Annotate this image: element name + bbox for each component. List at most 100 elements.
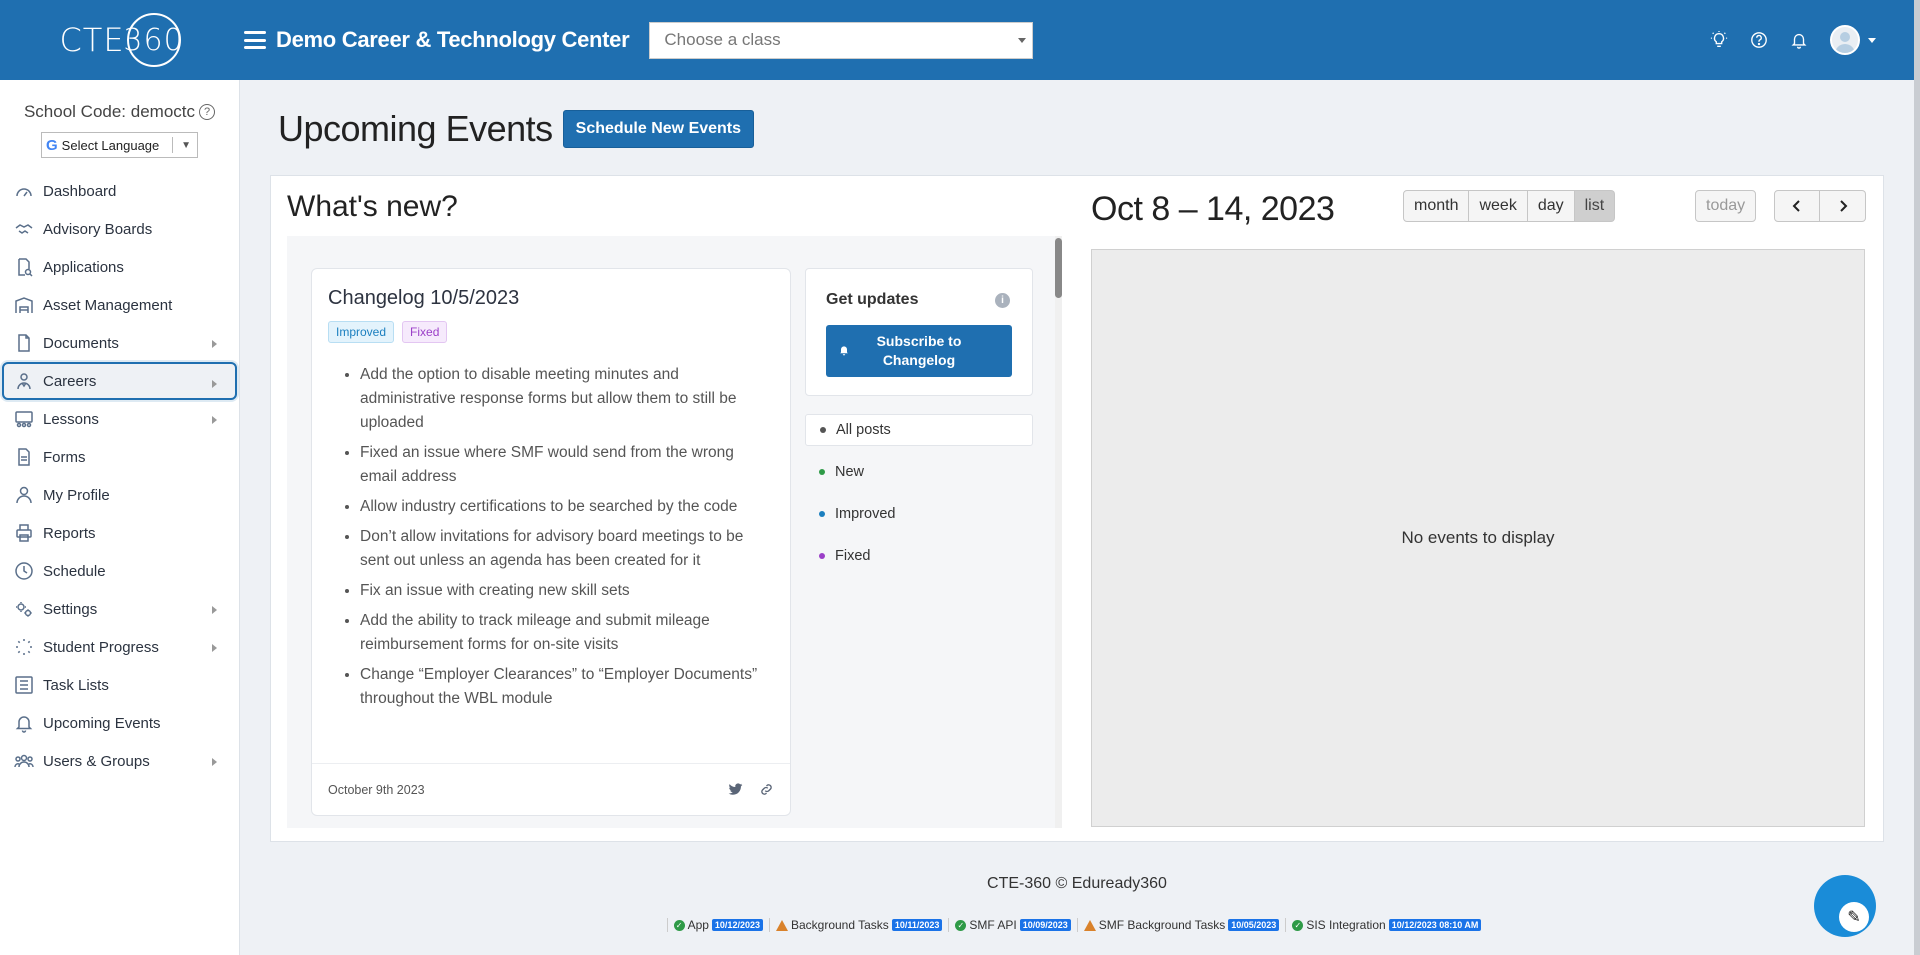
school-title: Demo Career & Technology Center: [276, 27, 630, 52]
sidebar-item-users-groups[interactable]: Users & Groups: [0, 742, 239, 780]
status-label: Background Tasks: [790, 918, 889, 932]
sidebar-item-label: Documents: [43, 334, 119, 352]
sidebar-item-advisory-boards[interactable]: Advisory Boards: [0, 210, 239, 248]
calendar-list-view: No events to display: [1091, 249, 1865, 827]
link-icon[interactable]: [759, 782, 774, 797]
view-week-button[interactable]: week: [1469, 190, 1528, 222]
view-month-button[interactable]: month: [1403, 190, 1470, 222]
sidebar-item-applications[interactable]: Applications: [0, 248, 239, 286]
subscribe-line1: Subscribe to: [876, 333, 962, 349]
help-icon[interactable]: [1750, 31, 1768, 49]
view-day-button[interactable]: day: [1527, 190, 1575, 222]
info-icon[interactable]: i: [995, 293, 1010, 308]
sidebar-item-task-lists[interactable]: Task Lists: [0, 666, 239, 704]
status-sis-integration: ✓ SIS Integration 10/12/2023 08:10 AM: [1285, 918, 1487, 932]
sidebar-item-label: Forms: [43, 448, 86, 466]
gears-icon: [16, 602, 32, 617]
sidebar-item-documents[interactable]: Documents: [0, 324, 239, 362]
sidebar-item-label: Student Progress: [43, 638, 159, 656]
menu-toggle-icon[interactable]: [244, 31, 266, 49]
changelog-card: Changelog 10/5/2023 Improved Fixed Add t…: [311, 268, 791, 816]
sidebar-item-forms[interactable]: Forms: [0, 438, 239, 476]
next-button[interactable]: [1820, 190, 1866, 222]
chevron-down-icon[interactable]: [1868, 37, 1876, 43]
events-card: What's new? Changelog 10/5/2023 Improved…: [270, 175, 1884, 842]
filter-new[interactable]: New: [805, 456, 1033, 488]
chevron-down-icon: ▼: [181, 139, 191, 151]
form-icon: [18, 448, 30, 466]
tag-fixed[interactable]: Fixed: [402, 321, 448, 343]
changelog-filters: All posts New Improved Fixed: [805, 414, 1033, 582]
today-button[interactable]: today: [1695, 190, 1757, 222]
sidebar-item-label: Asset Management: [43, 296, 173, 314]
bullet-dot-icon: [819, 553, 825, 559]
schedule-new-events-button[interactable]: Schedule New Events: [562, 110, 755, 148]
status-app: ✓ App 10/12/2023: [666, 918, 769, 932]
lessons-icon: [15, 411, 33, 428]
check-circle-icon: ✓: [673, 919, 685, 931]
whats-new-scrollbar[interactable]: [1055, 236, 1062, 828]
sidebar-item-upcoming-events[interactable]: Upcoming Events: [0, 704, 239, 742]
lightbulb-icon[interactable]: [1710, 31, 1728, 49]
chevron-right-icon: [212, 758, 217, 766]
page-scrollbar[interactable]: [1914, 0, 1920, 955]
filter-improved[interactable]: Improved: [805, 498, 1033, 530]
sidebar-item-schedule[interactable]: Schedule: [0, 552, 239, 590]
sidebar-nav: Dashboard Advisory Boards Applications Asse…: [0, 172, 239, 780]
sidebar-item-label: Lessons: [43, 410, 99, 428]
get-updates-title: Get updates: [826, 291, 919, 308]
sidebar-item-careers[interactable]: Careers: [2, 362, 237, 400]
tag-improved[interactable]: Improved: [328, 321, 395, 343]
warehouse-icon: [15, 297, 33, 313]
chat-widget-button[interactable]: ✎: [1814, 875, 1876, 937]
sidebar-item-label: Users & Groups: [43, 752, 150, 770]
logo[interactable]: CTE 360: [0, 0, 240, 80]
sidebar-item-settings[interactable]: Settings: [0, 590, 239, 628]
bell-icon: [15, 716, 33, 733]
sidebar-item-label: Schedule: [43, 562, 106, 580]
filter-fixed[interactable]: Fixed: [805, 540, 1033, 572]
check-circle-icon: ✓: [1292, 919, 1304, 931]
whats-new-panel: Changelog 10/5/2023 Improved Fixed Add t…: [287, 236, 1055, 828]
view-list-button[interactable]: list: [1574, 190, 1616, 222]
file-icon: [18, 334, 30, 352]
chevron-right-icon: [212, 644, 217, 652]
status-smf-api: ✓ SMF API 10/09/2023: [948, 918, 1076, 932]
changelog-item: Don’t allow invitations for advisory boa…: [360, 525, 774, 573]
logo-ring: 360: [123, 13, 183, 67]
sidebar-item-label: My Profile: [43, 486, 110, 504]
changelog-title[interactable]: Changelog 10/5/2023: [328, 287, 519, 310]
status-date-badge: 10/12/2023: [711, 919, 763, 931]
status-date-badge: 10/05/2023: [1228, 919, 1280, 931]
logo-text: CTE: [59, 21, 125, 59]
top-bar: CTE 360 Demo Career & Technology Center C…: [0, 0, 1914, 80]
school-code-label: School Code: democtc: [23, 102, 196, 121]
changelog-item: Add the option to disable meeting minute…: [360, 363, 774, 435]
avatar[interactable]: [1830, 25, 1860, 55]
language-select[interactable]: G Select Language ▼: [41, 132, 198, 158]
sidebar-item-lessons[interactable]: Lessons: [0, 400, 239, 438]
sidebar-item-student-progress[interactable]: Student Progress: [0, 628, 239, 666]
changelog-item: Allow industry certifications to be sear…: [360, 495, 774, 519]
changelog-item: Fix an issue with creating new skill set…: [360, 579, 774, 603]
list-icon: [15, 676, 33, 694]
changelog-date: October 9th 2023: [328, 782, 425, 797]
sidebar-item-reports[interactable]: Reports: [0, 514, 239, 552]
page-title: Upcoming Events: [278, 108, 553, 149]
chevron-left-icon: [1792, 200, 1800, 212]
class-select[interactable]: Choose a class: [649, 21, 1034, 59]
sidebar-item-my-profile[interactable]: My Profile: [0, 476, 239, 514]
status-label: SIS Integration: [1306, 918, 1386, 932]
help-icon[interactable]: ?: [199, 104, 216, 120]
bell-icon[interactable]: [1790, 31, 1808, 49]
clock-icon: [15, 562, 33, 580]
prev-button[interactable]: [1774, 190, 1820, 222]
filter-label: Fixed: [835, 548, 871, 564]
sidebar-item-asset-management[interactable]: Asset Management: [0, 286, 239, 324]
sidebar-item-label: Settings: [43, 600, 98, 618]
filter-all-posts[interactable]: All posts: [805, 414, 1033, 446]
twitter-icon[interactable]: [728, 782, 743, 797]
subscribe-button[interactable]: Subscribe to Changelog: [826, 325, 1012, 377]
sidebar-item-dashboard[interactable]: Dashboard: [0, 172, 239, 210]
sidebar-item-label: Advisory Boards: [43, 220, 153, 238]
